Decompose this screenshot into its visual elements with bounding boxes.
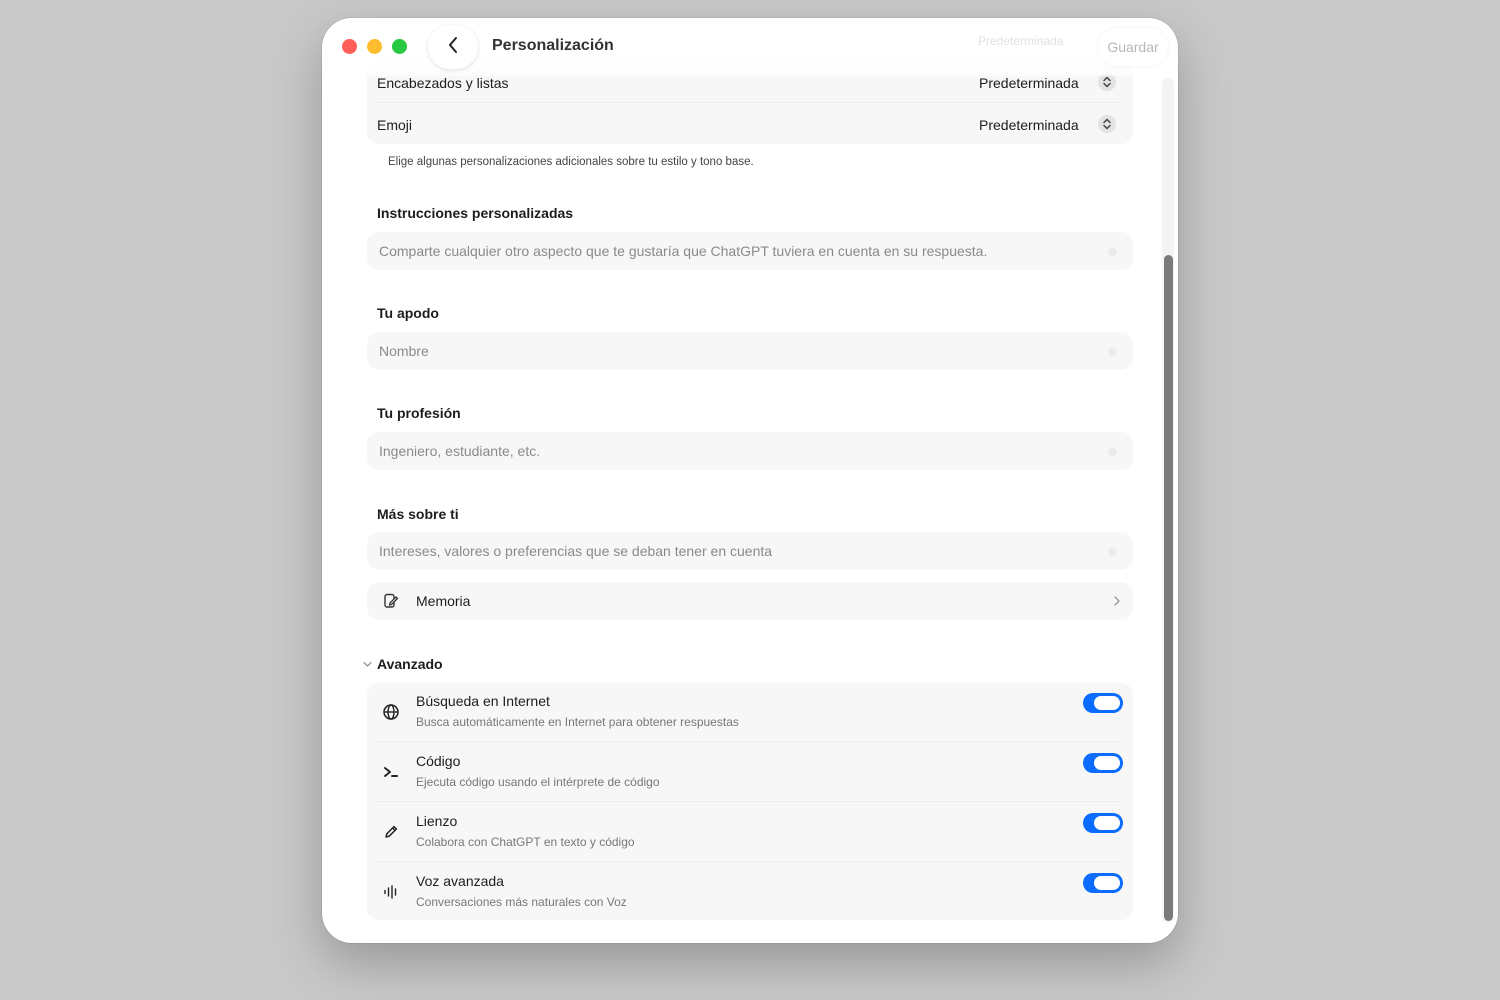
minimize-window-button[interactable] (367, 39, 382, 54)
advanced-tools-card: Búsqueda en Internet Busca automáticamen… (367, 683, 1133, 920)
back-button[interactable] (428, 25, 478, 69)
chevron-down-icon[interactable] (362, 657, 373, 675)
tool-title: Búsqueda en Internet (416, 693, 550, 709)
pencil-icon (381, 822, 401, 842)
tool-row-canvas: Lienzo Colabora con ChatGPT en texto y c… (367, 803, 1133, 863)
title-bar: Personalización Predeterminada Guardar (322, 18, 1178, 76)
up-down-chevron-icon[interactable] (1098, 115, 1116, 133)
more-about-field (367, 532, 1133, 570)
profession-title: Tu profesión (377, 405, 461, 421)
tool-title: Código (416, 753, 461, 769)
settings-window: Encabezados y listas Predeterminada Emoj… (322, 18, 1178, 943)
advanced-voice-toggle[interactable] (1083, 873, 1123, 893)
zoom-window-button[interactable] (392, 39, 407, 54)
tool-description: Busca automáticamente en Internet para o… (416, 715, 739, 729)
style-caption: Elige algunas personalizaciones adiciona… (388, 156, 754, 168)
web-search-toggle[interactable] (1083, 693, 1123, 713)
chevron-left-icon (447, 36, 459, 59)
tool-title: Voz avanzada (416, 873, 504, 889)
tool-description: Ejecuta código usando el intérprete de c… (416, 775, 660, 789)
tool-description: Conversaciones más naturales con Voz (416, 895, 627, 909)
divider (377, 861, 1123, 862)
scrollbar-thumb[interactable] (1164, 255, 1173, 921)
field-indicator (1108, 347, 1117, 356)
custom-instructions-input[interactable] (367, 232, 1109, 270)
tool-description: Colabora con ChatGPT en texto y código (416, 835, 635, 849)
globe-icon (381, 702, 401, 722)
advanced-title[interactable]: Avanzado (377, 656, 443, 672)
field-indicator (1108, 447, 1117, 456)
custom-instructions-field (367, 232, 1133, 270)
faded-scrolled-text: Predeterminada (978, 34, 1064, 48)
tool-title: Lienzo (416, 813, 458, 829)
more-about-input[interactable] (367, 532, 1109, 570)
more-about-title: Más sobre ti (377, 506, 459, 522)
style-option-value[interactable]: Predeterminada (979, 117, 1079, 133)
divider (377, 801, 1123, 802)
close-window-button[interactable] (342, 39, 357, 54)
memory-label: Memoria (416, 593, 471, 609)
style-option-label: Encabezados y listas (377, 75, 509, 91)
nickname-field (367, 332, 1133, 370)
field-indicator (1108, 247, 1117, 256)
divider (377, 741, 1123, 742)
tool-row-web-search: Búsqueda en Internet Busca automáticamen… (367, 683, 1133, 743)
tool-row-code: Código Ejecuta código usando el intérpre… (367, 743, 1133, 803)
profession-input[interactable] (367, 432, 1109, 470)
tool-row-advanced-voice: Voz avanzada Conversaciones más naturale… (367, 863, 1133, 923)
waveform-icon (381, 882, 401, 902)
memory-row[interactable]: Memoria (367, 582, 1133, 620)
canvas-toggle[interactable] (1083, 813, 1123, 833)
save-button[interactable]: Guardar (1098, 28, 1168, 66)
nickname-title: Tu apodo (377, 305, 439, 321)
custom-instructions-title: Instrucciones personalizadas (377, 205, 574, 221)
profession-field (367, 432, 1133, 470)
settings-content: Encabezados y listas Predeterminada Emoj… (322, 18, 1178, 943)
style-option-emoji[interactable]: Emoji Predeterminada (367, 102, 1133, 144)
memory-icon (383, 593, 399, 614)
field-indicator (1108, 547, 1117, 556)
style-option-label: Emoji (377, 117, 413, 133)
style-option-value[interactable]: Predeterminada (979, 75, 1079, 91)
chevron-right-icon (1113, 594, 1121, 612)
code-toggle[interactable] (1083, 753, 1123, 773)
page-title: Personalización (492, 37, 614, 54)
terminal-icon (381, 762, 401, 782)
nickname-input[interactable] (367, 332, 1109, 370)
